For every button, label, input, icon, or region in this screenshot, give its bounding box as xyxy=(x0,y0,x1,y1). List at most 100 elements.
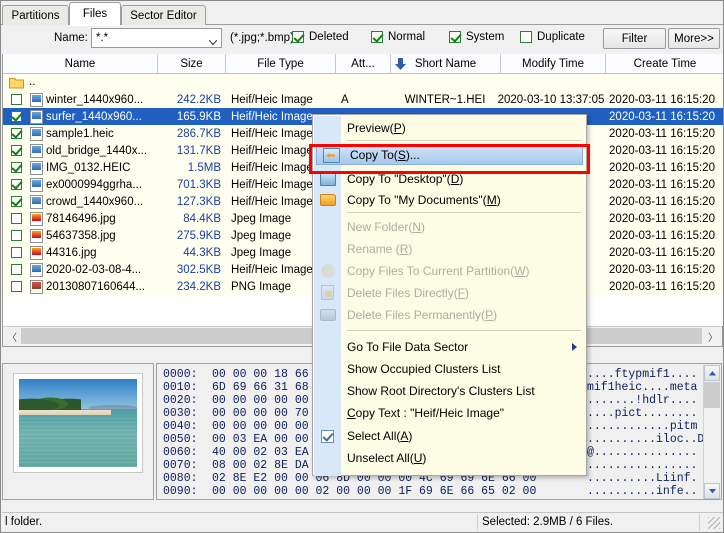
row-checkbox[interactable] xyxy=(9,108,23,125)
row-size: 127.3KB xyxy=(153,193,221,210)
checkbox-deleted[interactable]: Deleted xyxy=(292,31,349,43)
more-button[interactable]: More>> xyxy=(668,28,720,49)
row-create-time: 2020-03-11 16:15:20 xyxy=(603,91,721,108)
folder-icon xyxy=(9,76,24,92)
hex-ascii: .......!hdlr.... xyxy=(587,394,697,407)
menu-item-copy-to-desktop[interactable]: Copy To "Desktop"(D) xyxy=(314,168,587,189)
row-create-time: 2020-03-11 16:15:20 xyxy=(603,108,721,125)
hex-ascii: ..........infe.. xyxy=(587,485,697,498)
checkbox-system[interactable]: System xyxy=(449,31,504,43)
heic-file-icon xyxy=(28,108,44,125)
hscroll-right-icon[interactable]: 〉 xyxy=(704,327,722,345)
row-checkbox-box xyxy=(11,128,22,139)
hex-ascii: ............pitm xyxy=(587,420,697,433)
row-checkbox[interactable] xyxy=(9,91,23,108)
row-name: surfer_1440x960... xyxy=(46,108,156,125)
menu-item-delete-files-directly: Delete Files Directly(F) xyxy=(314,282,587,303)
row-size: 84.4KB xyxy=(153,210,221,227)
filter-button[interactable]: Filter xyxy=(603,28,666,49)
checkbox-normal[interactable]: Normal xyxy=(371,31,425,43)
menu-item-label: Select All(A) xyxy=(347,429,412,443)
hscroll-left-icon[interactable]: 〈 xyxy=(3,327,21,345)
row-create-time: 2020-03-11 16:15:20 xyxy=(603,159,721,176)
name-filter-combo[interactable]: *.* xyxy=(91,28,222,48)
row-checkbox-box xyxy=(11,111,22,122)
menu-item-go-to-file-data-sector[interactable]: Go To File Data Sector xyxy=(314,336,587,357)
menu-separator xyxy=(347,330,581,331)
row-checkbox[interactable] xyxy=(9,176,23,193)
menu-separator xyxy=(347,140,581,141)
row-file-type: Heif/Heic Image xyxy=(231,91,336,108)
tab-files[interactable]: Files xyxy=(69,2,121,25)
hex-offset: 0030: xyxy=(163,407,198,420)
menu-item-select-all[interactable]: Select All(A) xyxy=(314,425,587,446)
jpg-file-icon xyxy=(28,227,44,244)
chevron-right-icon xyxy=(572,343,577,351)
menu-item-label: New Folder(N) xyxy=(347,220,425,234)
thumbnail-frame[interactable] xyxy=(13,373,143,473)
sort-arrow-down-icon xyxy=(395,58,406,73)
row-size: 165.9KB xyxy=(153,108,221,125)
column-header-name-label: Name xyxy=(3,58,157,70)
resize-grip[interactable] xyxy=(708,517,720,529)
menu-item-show-root-directorys-clusters-list[interactable]: Show Root Directory's Clusters List xyxy=(314,380,587,401)
checkbox-duplicate[interactable]: Duplicate xyxy=(520,31,585,43)
tab-sector-editor[interactable]: Sector Editor xyxy=(121,5,206,25)
row-name: 54637358.jpg xyxy=(46,227,156,244)
menu-item-label: Go To File Data Sector xyxy=(347,340,468,354)
shredder-icon xyxy=(318,307,336,323)
row-checkbox[interactable] xyxy=(9,142,23,159)
table-row[interactable]: winter_1440x960...242.2KBHeif/Heic Image… xyxy=(3,91,724,108)
row-checkbox[interactable] xyxy=(9,261,23,278)
status-left-text: l folder. xyxy=(5,513,42,531)
row-name: IMG_0132.HEIC xyxy=(46,159,156,176)
menu-item-label: Show Occupied Clusters List xyxy=(347,362,500,376)
folder-icon xyxy=(318,192,336,208)
row-name: old_bridge_1440x... xyxy=(46,142,156,159)
hex-vscrollbar[interactable] xyxy=(703,365,720,499)
filter-bar: Name: *.* (*.jpg;*.bmp) Deleted Normal S… xyxy=(2,25,723,54)
column-header-modify-time[interactable]: Modify Time xyxy=(501,54,606,73)
row-checkbox-box xyxy=(11,213,22,224)
vscroll-up-icon[interactable] xyxy=(704,365,720,381)
menu-item-show-occupied-clusters-list[interactable]: Show Occupied Clusters List xyxy=(314,358,587,379)
column-header-short-name[interactable]: Short Name xyxy=(391,54,501,73)
menu-item-label: Delete Files Permanently(P) xyxy=(347,308,497,322)
menu-item-unselect-all[interactable]: Unselect All(U) xyxy=(314,447,587,468)
row-checkbox[interactable] xyxy=(9,227,23,244)
preview-shimmer xyxy=(19,415,137,467)
row-checkbox-box xyxy=(11,247,22,258)
checkbox-normal-label: Normal xyxy=(388,31,425,43)
row-checkbox[interactable] xyxy=(9,193,23,210)
row-checkbox[interactable] xyxy=(9,125,23,142)
row-name: ex0000994ggrha... xyxy=(46,176,156,193)
column-header-create-time[interactable]: Create Time xyxy=(606,54,724,73)
column-header-file-type[interactable]: File Type xyxy=(226,54,336,73)
menu-item-preview[interactable]: Preview(P) xyxy=(314,117,587,138)
menu-item-copy-to[interactable]: Copy To(S)... xyxy=(316,145,583,165)
vscroll-down-icon[interactable] xyxy=(704,483,720,499)
tab-files-label: Files xyxy=(83,8,107,20)
menu-item-copy-text[interactable]: Copy Text : "Heif/Heic Image" xyxy=(314,402,587,423)
vscroll-thumb[interactable] xyxy=(704,382,720,408)
column-header-name[interactable]: Name xyxy=(3,54,158,73)
menu-item-label: Preview(P) xyxy=(347,121,406,135)
tab-partitions[interactable]: Partitions xyxy=(2,5,69,25)
parent-folder-row[interactable]: .. xyxy=(3,74,724,91)
column-header-size[interactable]: Size xyxy=(158,54,226,73)
row-checkbox[interactable] xyxy=(9,159,23,176)
column-header-att[interactable]: Att... xyxy=(336,54,391,73)
hex-offset: 0060: xyxy=(163,446,198,459)
row-checkbox-box xyxy=(11,264,22,275)
hex-bytes: 00 00 00 00 00 02 00 00 00 1F 69 6E 66 6… xyxy=(212,485,536,498)
heic-file-icon xyxy=(28,159,44,176)
row-checkbox[interactable] xyxy=(9,210,23,227)
row-checkbox[interactable] xyxy=(9,278,23,295)
heic-file-icon xyxy=(28,125,44,142)
menu-item-label: Rename (R) xyxy=(347,242,412,256)
checkbox-duplicate-box xyxy=(520,31,532,43)
row-checkbox-box xyxy=(11,196,22,207)
menu-item-copy-to-my-documents[interactable]: Copy To "My Documents"(M) xyxy=(314,189,587,210)
row-checkbox[interactable] xyxy=(9,244,23,261)
row-size: 286.7KB xyxy=(153,125,221,142)
